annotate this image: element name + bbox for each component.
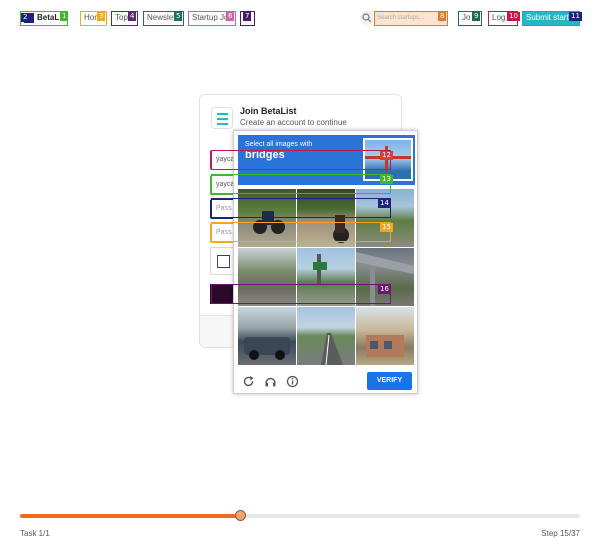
- logo-text: BetaL: [37, 13, 60, 22]
- som-overlay-box: [211, 222, 391, 242]
- nav-topics-label: Top: [115, 13, 128, 22]
- som-marker: 9: [472, 12, 481, 21]
- search-input[interactable]: Search startups...: [374, 11, 448, 26]
- nav-login-label: Log: [492, 13, 506, 22]
- captcha-tile[interactable]: [356, 307, 414, 365]
- betalist-logo-icon: [211, 107, 233, 129]
- captcha-checkbox[interactable]: [217, 255, 230, 268]
- submit-startup-label: Submit startu: [526, 13, 574, 22]
- som-overlay-box: [211, 284, 391, 304]
- progress-fill: [20, 514, 241, 518]
- som-marker: 15: [380, 223, 393, 232]
- som-marker: 11: [569, 12, 582, 21]
- captcha-tile[interactable]: [297, 307, 355, 365]
- card-subtitle: Create an account to continue: [240, 118, 347, 127]
- audio-icon[interactable]: [264, 375, 277, 388]
- som-marker: 1: [60, 12, 69, 21]
- som-marker: 12: [380, 151, 393, 160]
- som-overlay-box: [211, 174, 391, 194]
- som-marker: 3: [97, 12, 106, 21]
- reload-icon[interactable]: [242, 375, 255, 388]
- som-marker: 13: [380, 175, 393, 184]
- verify-button[interactable]: VERIFY: [367, 372, 412, 390]
- som-marker: 16: [378, 285, 391, 294]
- som-marker: 5: [174, 12, 183, 21]
- search-placeholder: Search startups...: [377, 15, 425, 21]
- som-overlay-box: [211, 150, 391, 170]
- som-marker: 7: [243, 12, 252, 21]
- som-marker: 2: [21, 13, 30, 22]
- som-marker: 6: [226, 12, 235, 21]
- step-label: Step 15/37: [541, 529, 580, 538]
- progress-track: [20, 510, 580, 521]
- card-title: Join BetaList: [240, 106, 297, 116]
- nav-startup-jobs-label: Startup Jo: [192, 13, 229, 22]
- captcha-tile[interactable]: [238, 307, 296, 365]
- search-icon: [360, 11, 374, 25]
- som-marker: 10: [507, 12, 520, 21]
- som-marker: 14: [378, 199, 391, 208]
- nav-join-label: Jo: [462, 13, 471, 22]
- som-marker: 4: [128, 12, 137, 21]
- som-overlay-box: [211, 198, 391, 218]
- progress-handle[interactable]: [235, 510, 247, 521]
- nav-newsletter-label: Newslet: [147, 13, 176, 22]
- captcha-footer: VERIFY: [234, 369, 417, 394]
- som-marker: 8: [438, 12, 447, 21]
- info-icon[interactable]: [286, 375, 299, 388]
- task-label: Task 1/1: [20, 529, 50, 538]
